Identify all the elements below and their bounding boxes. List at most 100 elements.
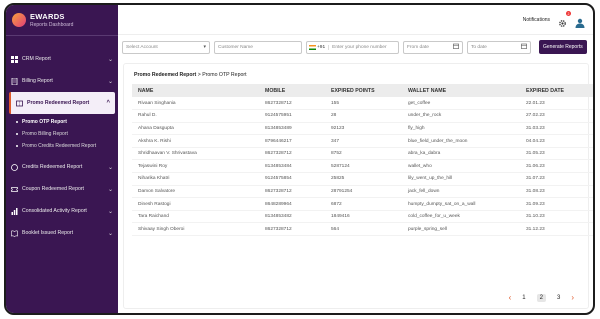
- sidebar-item-crm-report[interactable]: CRM Report ⌄: [6, 48, 118, 70]
- pagination: ‹ 1 2 3 ›: [509, 293, 574, 302]
- sidebar-nav: CRM Report ⌄ Billing Report ⌄ Promo Rede…: [6, 48, 118, 244]
- sidebar-item-credits-redeemed-report[interactable]: Credits Redeemed Report ⌄: [6, 156, 118, 178]
- cell-name: Shivaay Singh Oberoi: [132, 222, 259, 237]
- submenu-item-promo-billing-report[interactable]: Promo Billing Report: [16, 128, 118, 140]
- top-bar: Notifications 2: [118, 5, 593, 35]
- sidebar-item-consolidated-activity-report[interactable]: Consolidated Activity Report ⌄: [6, 200, 118, 222]
- cell-name: Akshra K. Rishi: [132, 134, 259, 148]
- prev-page-button[interactable]: ‹: [509, 293, 512, 302]
- grid-icon: [11, 55, 18, 63]
- bullet-icon: [16, 145, 18, 147]
- cell-expired-points: 28: [325, 109, 402, 123]
- breadcrumb-parent[interactable]: Promo Redeemed Report: [134, 72, 196, 78]
- cell-name: Ahana Dasgupta: [132, 122, 259, 136]
- cell-wallet-name: wallet_who: [402, 159, 520, 174]
- cell-expired-points: 28791254: [325, 185, 402, 199]
- table-row: Shivaay Singh Oberoi 8627328712 564 purple_…: [132, 222, 593, 237]
- select-account-dropdown[interactable]: Select Account ▾: [122, 40, 210, 54]
- cell-expired-date: 22.01.23: [520, 97, 593, 111]
- page-button[interactable]: 3: [554, 294, 563, 302]
- cell-mobile: 8134853482: [259, 210, 325, 224]
- table-row: Tejaswini Roy 8134853484 5287124 wallet_who…: [132, 159, 593, 174]
- cell-wallet-name: jack_fell_down: [402, 185, 520, 199]
- cell-mobile: 8627328712: [259, 222, 325, 237]
- sidebar-item-coupon-redeemed-report[interactable]: Coupon Redeemed Report ⌄: [6, 178, 118, 200]
- cell-expired-points: 8752: [325, 147, 402, 161]
- report-panel: Promo Redeemed Report > Promo OTP Report…: [123, 63, 593, 309]
- cell-wallet-name: under_the_rock: [402, 109, 520, 123]
- cell-mobile: 9124575854: [259, 172, 325, 186]
- sidebar-item-label: Consolidated Activity Report: [22, 208, 87, 214]
- table-row: Rivaan Singhania 8627328712 155 get_coffee 2…: [132, 97, 593, 111]
- credit-icon: [11, 163, 18, 171]
- bullet-icon: [16, 121, 18, 123]
- india-flag-icon: [309, 44, 316, 50]
- chevron-down-icon: ⌄: [107, 208, 113, 215]
- submenu-item-label: Promo Credits Redeemed Report: [22, 143, 97, 149]
- sidebar-item-billing-report[interactable]: Billing Report ⌄: [6, 70, 118, 92]
- cell-expired-points: 92123: [325, 122, 402, 136]
- cell-wallet-name: blue_field_under_the_moon: [402, 134, 520, 148]
- sidebar-item-label: Promo Redeemed Report: [27, 100, 90, 106]
- table-row: Shridhaavan V. Shrivastava 8627328712 8752…: [132, 147, 593, 161]
- chevron-down-icon: ⌄: [107, 186, 113, 193]
- calendar-icon: [521, 43, 527, 51]
- generate-reports-button[interactable]: Generate Reports: [539, 40, 587, 54]
- dropdown-arrow-icon: ▾: [203, 44, 206, 50]
- chevron-down-icon: ⌄: [107, 230, 113, 237]
- sidebar: EWARDS Reports Dashboard CRM Report ⌄ Bi…: [6, 5, 118, 313]
- breadcrumb-separator: >: [197, 72, 201, 78]
- customer-name-placeholder: Customer Name: [218, 44, 253, 50]
- settings-button[interactable]: 2: [558, 11, 571, 27]
- cell-expired-points: 25825: [325, 172, 402, 186]
- cell-expired-points: 347: [325, 134, 402, 148]
- page-button[interactable]: 1: [519, 294, 528, 302]
- cell-mobile: 8627328712: [259, 147, 325, 161]
- filter-bar: Select Account ▾ Customer Name +91 Enter…: [118, 35, 593, 59]
- cell-expired-date: 31.05.23: [520, 147, 593, 161]
- from-date-input[interactable]: From date: [403, 40, 463, 54]
- calendar-icon: [453, 43, 459, 51]
- brand-name: EWARDS: [30, 12, 65, 21]
- phone-number-input[interactable]: Enter your phone number: [328, 44, 387, 50]
- table-body: Rivaan Singhania 8627328712 155 get_coffee 2…: [132, 97, 593, 237]
- user-avatar-icon: [575, 18, 585, 28]
- notifications-link[interactable]: Notifications: [523, 17, 550, 23]
- cell-expired-points: 6872: [325, 197, 402, 211]
- cell-expired-date: 31.03.23: [520, 122, 593, 136]
- sidebar-item-label: Booklet Issued Report: [22, 230, 74, 236]
- avatar[interactable]: [575, 15, 585, 28]
- sidebar-item-promo-redeemed-report[interactable]: Promo Redeemed Report ^: [9, 92, 115, 114]
- ticket-icon: [16, 100, 23, 107]
- sidebar-item-booklet-issued-report[interactable]: Booklet Issued Report ⌄: [6, 222, 118, 244]
- cell-wallet-name: fly_high: [402, 122, 520, 136]
- cell-expired-points: 1849416: [325, 210, 402, 224]
- page-button-current[interactable]: 2: [536, 293, 546, 302]
- cell-name: Niharika Khatri: [132, 172, 259, 186]
- submenu-item-label: Promo Billing Report: [22, 131, 68, 137]
- sidebar-divider: [6, 35, 118, 36]
- cell-expired-date: 31.09.23: [520, 197, 593, 211]
- cell-expired-date: 31.07.23: [520, 172, 593, 186]
- table-row: Tara Raichand 8134853482 1849416 cold_coffe…: [132, 210, 593, 224]
- chart-icon: [11, 207, 18, 215]
- cell-name: Shridhaavan V. Shrivastava: [132, 147, 259, 161]
- cell-expired-date: 27.02.23: [520, 109, 593, 123]
- submenu-item-promo-otp-report[interactable]: Promo OTP Report: [16, 116, 118, 128]
- column-header-name: NAME: [138, 87, 154, 94]
- coupon-icon: [11, 186, 18, 193]
- to-date-input[interactable]: To date: [467, 40, 531, 54]
- cell-mobile: 8648289964: [259, 197, 325, 211]
- table-header-row: NAME MOBILE EXPIRED POINTS WALLET NAME E…: [132, 84, 593, 97]
- cell-mobile: 8627328712: [259, 185, 325, 199]
- country-code-select[interactable]: +91: [317, 45, 325, 50]
- cell-expired-date: 31.06.23: [520, 159, 593, 174]
- receipt-icon: [11, 77, 18, 85]
- brand-logo: [12, 13, 26, 27]
- sidebar-item-label: Coupon Redeemed Report: [22, 186, 85, 192]
- next-page-button[interactable]: ›: [571, 293, 574, 302]
- cell-name: Dinesh Rastogi: [132, 197, 259, 211]
- customer-name-input[interactable]: Customer Name: [214, 40, 302, 54]
- cell-name: Tara Raichand: [132, 210, 259, 224]
- submenu-item-promo-credits-redeemed-report[interactable]: Promo Credits Redeemed Report: [16, 140, 118, 152]
